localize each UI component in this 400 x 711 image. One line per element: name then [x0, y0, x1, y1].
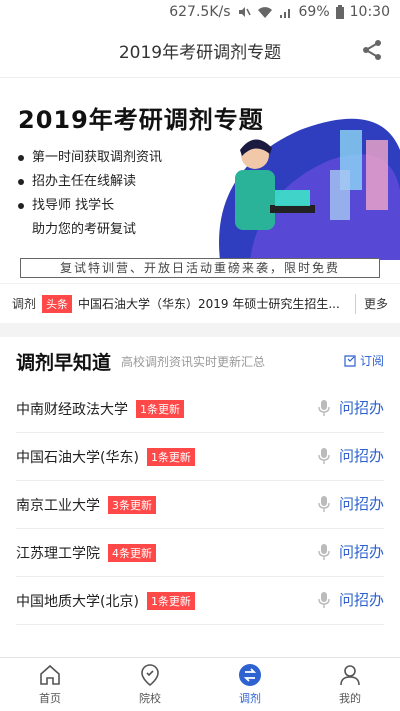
list-item[interactable]: 中国地质大学(北京) 1条更新 问招办 [16, 577, 384, 625]
mic-icon [318, 591, 330, 608]
bottom-tab-bar: 首页 院校 调剂 我的 [0, 657, 400, 711]
tab-label: 首页 [39, 692, 61, 705]
school-name: 南京工业大学 [16, 497, 100, 514]
mic-icon [318, 399, 330, 416]
promo-banner[interactable]: 2019年考研调剂专题 第一时间获取调剂资讯 招办主任在线解读 找导师 找学长 … [0, 78, 400, 283]
mute-icon [238, 7, 251, 17]
ask-admissions-button[interactable]: 问招办 [317, 541, 384, 562]
signal-icon [279, 9, 290, 18]
promo-strip: 复试特训营、开放日活动重磅来袭，限时免费 [20, 258, 380, 278]
headline-tag: 头条 [42, 294, 73, 313]
tab-label: 调剂 [239, 692, 261, 705]
section-gap [0, 323, 400, 337]
bookmark-icon [344, 354, 356, 367]
ticker-prefix: 调剂 [12, 297, 37, 311]
tab-schools[interactable]: 院校 [100, 658, 200, 711]
clock: 10:30 [349, 4, 390, 20]
battery-icon [335, 5, 344, 19]
swap-icon [239, 664, 261, 686]
section-subtitle: 高校调剂资讯实时更新汇总 [121, 354, 266, 369]
update-badge: 1条更新 [146, 447, 195, 466]
list-item[interactable]: 南京工业大学 3条更新 问招办 [16, 481, 384, 529]
subscribe-button[interactable]: 订阅 [344, 352, 384, 369]
update-badge: 4条更新 [108, 543, 156, 562]
school-name: 中南财经政法大学 [16, 401, 128, 418]
tab-adjustment[interactable]: 调剂 [200, 658, 300, 711]
school-list: 中南财经政法大学 1条更新 问招办 中国石油大学(华东) 1条更新 问招办 南京… [0, 385, 400, 625]
student-illustration [219, 118, 400, 260]
banner-bullet: 招办主任在线解读 [18, 170, 162, 194]
list-item[interactable]: 中南财经政法大学 1条更新 问招办 [16, 385, 384, 433]
share-icon[interactable] [360, 38, 384, 62]
update-badge: 1条更新 [136, 399, 184, 418]
mic-icon [318, 543, 330, 560]
school-name: 中国地质大学(北京) [16, 593, 139, 610]
status-bar: 627.5K/s 69% 10:30 [0, 0, 400, 24]
banner-bullet: 第一时间获取调剂资讯 [18, 146, 162, 170]
wifi-icon [257, 7, 272, 18]
banner-bullet: 找导师 找学长 [18, 194, 162, 218]
tab-label: 院校 [139, 692, 161, 705]
list-item[interactable]: 江苏理工学院 4条更新 问招办 [16, 529, 384, 577]
app-header: 2019年考研调剂专题 [0, 24, 400, 78]
update-badge: 3条更新 [108, 495, 156, 514]
section-header: 调剂早知道 高校调剂资讯实时更新汇总 订阅 [0, 337, 400, 385]
location-pin-icon [141, 664, 159, 687]
tab-home[interactable]: 首页 [0, 658, 100, 711]
banner-tagline: 助力您的考研复试 [32, 222, 137, 237]
news-ticker[interactable]: 调剂 头条 中国石油大学（华东）2019 年硕士研究生招生... 更多 [0, 283, 400, 323]
more-link[interactable]: 更多 [364, 295, 388, 312]
divider [354, 293, 356, 314]
section-title: 调剂早知道 [16, 351, 112, 374]
battery-percent: 69% [298, 4, 330, 20]
list-item[interactable]: 中国石油大学(华东) 1条更新 问招办 [16, 433, 384, 481]
tab-label: 我的 [339, 692, 361, 705]
ask-admissions-button[interactable]: 问招办 [317, 589, 384, 610]
ask-admissions-button[interactable]: 问招办 [317, 445, 384, 466]
school-name: 江苏理工学院 [16, 545, 100, 562]
banner-bullets: 第一时间获取调剂资讯 招办主任在线解读 找导师 找学长 助力您的考研复试 [18, 146, 162, 242]
mic-icon [318, 447, 330, 464]
home-icon [40, 664, 60, 685]
update-badge: 1条更新 [146, 591, 195, 610]
user-icon [340, 665, 360, 686]
ask-admissions-button[interactable]: 问招办 [317, 397, 384, 418]
school-name: 中国石油大学(华东) [16, 449, 139, 466]
ask-admissions-button[interactable]: 问招办 [317, 493, 384, 514]
ticker-headline[interactable]: 中国石油大学（华东）2019 年硕士研究生招生... [78, 295, 347, 312]
network-speed: 627.5K/s [169, 4, 231, 20]
page-title: 2019年考研调剂专题 [118, 43, 282, 63]
mic-icon [318, 495, 330, 512]
tab-me[interactable]: 我的 [300, 658, 400, 711]
